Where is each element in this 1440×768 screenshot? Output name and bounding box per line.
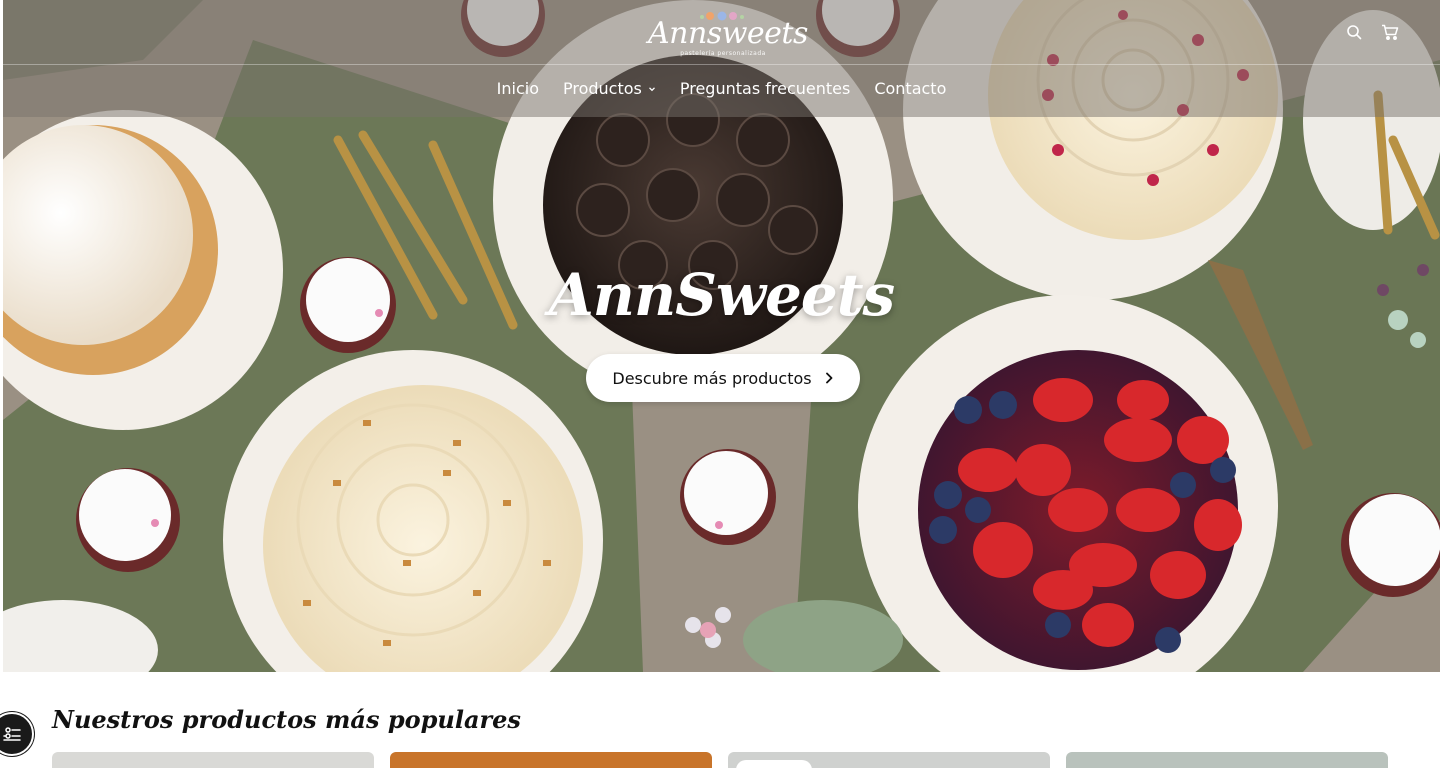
discover-products-button[interactable]: Descubre más productos (586, 354, 860, 402)
logo-wordmark: Annsweets (648, 16, 808, 51)
product-card[interactable] (390, 752, 712, 768)
site-header: Annsweets pastelería personalizada Inici… (3, 0, 1440, 117)
hero-title: AnnSweets (548, 261, 895, 329)
product-card[interactable] (52, 752, 374, 768)
nav-item-label: Inicio (496, 79, 539, 98)
nav-item-preguntas-frecuentes[interactable]: Preguntas frecuentes (680, 76, 850, 102)
nav-item-label: Contacto (874, 79, 947, 98)
chevron-right-icon (825, 372, 833, 384)
hero-banner: Annsweets pastelería personalizada Inici… (3, 0, 1440, 672)
logo-tagline: pastelería personalizada (680, 50, 766, 57)
search-icon[interactable] (1343, 21, 1365, 43)
product-card[interactable] (728, 752, 1050, 768)
chevron-down-icon (648, 87, 655, 92)
cart-icon[interactable] (1379, 21, 1401, 43)
nav-item-contacto[interactable]: Contacto (874, 76, 946, 102)
nav-item-productos[interactable]: Productos (563, 76, 656, 102)
nav-item-inicio[interactable]: Inicio (497, 76, 539, 102)
popular-products-title: Nuestros productos más populares (52, 705, 521, 734)
cta-label: Descubre más productos (612, 368, 812, 388)
nav-item-label: Preguntas frecuentes (679, 79, 851, 98)
product-badge (736, 760, 812, 768)
product-card[interactable] (1066, 752, 1388, 768)
header-divider (3, 64, 1440, 65)
main-nav: Inicio Productos Preguntas frecuentes Co… (3, 76, 1440, 102)
filter-button[interactable] (0, 712, 34, 756)
nav-item-label: Productos (562, 79, 642, 98)
site-logo[interactable]: Annsweets pastelería personalizada (648, 6, 808, 58)
filter-sliders-icon (3, 727, 21, 741)
